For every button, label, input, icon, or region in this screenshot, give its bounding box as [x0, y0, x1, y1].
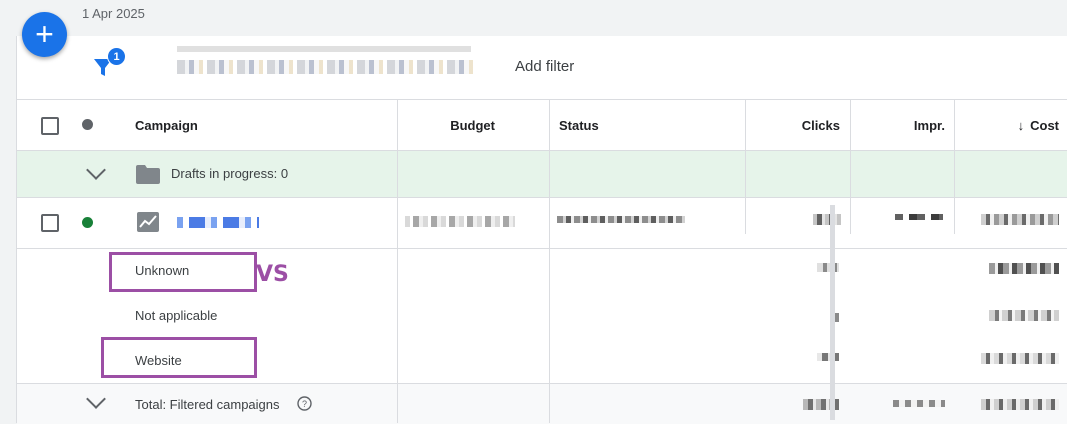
drafts-row[interactable]: Drafts in progress: 0 — [17, 151, 1067, 198]
column-header-budget[interactable]: Budget — [397, 100, 495, 150]
drafts-label: Drafts in progress: 0 — [171, 166, 289, 181]
active-filter-chip[interactable] — [177, 46, 487, 80]
expand-chevron-icon[interactable] — [86, 160, 106, 180]
annotation-vs-text: VS — [256, 262, 289, 287]
column-divider — [397, 100, 398, 423]
column-divider — [549, 100, 550, 423]
campaign-type-icon — [137, 212, 159, 232]
column-divider — [745, 100, 746, 234]
column-divider — [954, 100, 955, 234]
table-row[interactable] — [17, 198, 1067, 249]
redacted-cost — [981, 399, 1059, 410]
help-circle-icon[interactable]: ? — [297, 396, 312, 411]
redacted-clicks — [813, 214, 841, 225]
column-divider — [850, 100, 851, 234]
redacted-text — [177, 46, 471, 52]
column-header-status[interactable]: Status — [559, 100, 599, 150]
redacted-cost — [989, 310, 1059, 321]
filter-bar: 1 Add filter — [17, 36, 1067, 100]
arrow-down-icon: ↓ — [1017, 117, 1025, 133]
expand-chevron-icon[interactable] — [86, 389, 106, 409]
date-range-label[interactable]: 1 Apr 2025 — [82, 6, 145, 21]
svg-text:?: ? — [302, 399, 307, 409]
column-header-campaign[interactable]: Campaign — [135, 100, 198, 150]
campaign-table-panel: 1 Add filter Campaign Budget Status Clic… — [16, 36, 1067, 424]
column-resize-handle[interactable] — [830, 205, 835, 420]
column-header-cost[interactable]: ↓ Cost — [954, 100, 1059, 150]
column-header-impressions[interactable]: Impr. — [850, 100, 945, 150]
segment-rows: Unknown Not applicable Website — [17, 249, 1067, 383]
redacted-cost — [989, 263, 1059, 274]
segment-label: Unknown — [135, 263, 190, 278]
segment-label: Website — [135, 353, 182, 368]
redacted-text — [177, 60, 477, 74]
segment-label: Not applicable — [135, 308, 218, 323]
redacted-status — [557, 216, 685, 223]
redacted-clicks — [817, 353, 839, 361]
redacted-impressions — [893, 400, 945, 407]
create-fab-button[interactable]: + — [22, 12, 67, 57]
total-label: Total: Filtered campaigns — [135, 397, 280, 412]
table-header-row: Campaign Budget Status Clicks Impr. ↓ Co… — [17, 100, 1067, 151]
date-range-bar: 1 Apr 2025 — [0, 0, 1067, 36]
redacted-clicks — [817, 263, 839, 272]
redacted-impressions — [895, 214, 943, 220]
redacted-cost — [981, 214, 1059, 225]
select-all-checkbox[interactable] — [41, 117, 59, 135]
plus-icon: + — [35, 15, 54, 52]
redacted-cost — [981, 353, 1059, 364]
column-header-clicks[interactable]: Clicks — [745, 100, 840, 150]
enabled-status-dot — [82, 217, 93, 228]
folder-icon — [136, 165, 160, 184]
add-filter-button[interactable]: Add filter — [515, 58, 574, 75]
column-header-cost-label: Cost — [1030, 117, 1059, 133]
status-column-icon — [82, 119, 93, 130]
filter-count-badge: 1 — [107, 47, 126, 66]
redacted-budget — [405, 216, 515, 227]
row-checkbox[interactable] — [41, 214, 59, 232]
redacted-campaign-name[interactable] — [177, 217, 259, 228]
total-row: Total: Filtered campaigns ? — [17, 383, 1067, 424]
